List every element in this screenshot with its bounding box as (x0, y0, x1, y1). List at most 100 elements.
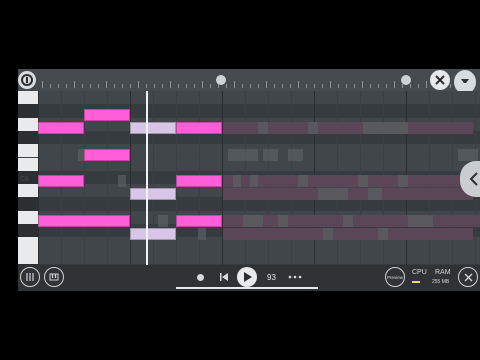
ruler-tick (90, 84, 91, 88)
ruler-tick (74, 81, 75, 88)
ruler-tick (50, 84, 51, 88)
key-row[interactable] (18, 250, 480, 264)
ruler-tick (138, 81, 139, 88)
brush-icon (461, 79, 469, 83)
black-key[interactable] (18, 224, 38, 238)
ghost-note (258, 122, 268, 134)
ghost-note (378, 228, 388, 240)
ruler-tick (170, 81, 171, 88)
close-button[interactable] (430, 70, 450, 90)
note[interactable] (38, 175, 84, 187)
ghost-note (250, 175, 258, 187)
ghost-note (223, 228, 473, 240)
close-icon (435, 75, 445, 85)
skip-back-icon (220, 273, 228, 281)
ruler-tick (274, 84, 275, 88)
note[interactable] (38, 122, 84, 134)
ruler-tick (362, 81, 363, 88)
ruler-tick (290, 84, 291, 88)
mixer-button[interactable] (20, 267, 40, 287)
tempo-value[interactable]: 93 (267, 273, 276, 282)
transport-bar: 93 Preview CPU RAM 255 MB (18, 265, 480, 291)
record-button[interactable] (197, 274, 204, 281)
ruler-tick (146, 84, 147, 88)
ghost-note (323, 228, 333, 240)
ruler-tick (250, 84, 251, 88)
ruler-tick (210, 84, 211, 88)
ghost-note (243, 215, 263, 227)
ruler-tick (346, 84, 347, 88)
ghost-note (318, 188, 348, 200)
note[interactable] (176, 175, 222, 187)
ruler-tick (370, 84, 371, 88)
white-key[interactable] (18, 184, 38, 198)
ruler-tick (426, 81, 427, 88)
piano-roll-app: C6 93 Preview CPU RAM 255 MB (18, 69, 480, 291)
skip-back-button[interactable] (218, 271, 230, 283)
black-key[interactable] (18, 197, 38, 211)
white-key[interactable] (18, 91, 38, 105)
loop-marker-end[interactable] (401, 75, 411, 85)
preview-button[interactable]: Preview (385, 267, 405, 287)
note[interactable] (130, 188, 176, 200)
ruler-tick (410, 84, 411, 88)
white-key[interactable] (18, 237, 38, 251)
ruler-tick (450, 84, 451, 88)
ruler-tick (66, 84, 67, 88)
ghost-note (223, 175, 480, 187)
ghost-note (118, 175, 126, 187)
black-key[interactable] (18, 104, 38, 118)
white-key[interactable] (18, 250, 38, 264)
close-piano-roll-button[interactable] (458, 267, 478, 287)
ruler-tick (266, 81, 267, 88)
song-position-bar[interactable] (176, 287, 318, 289)
ghost-note (223, 188, 473, 200)
ghost-note (78, 149, 84, 161)
key-row[interactable] (18, 91, 480, 105)
ruler-tick (226, 84, 227, 88)
ruler-tick (202, 81, 203, 88)
cpu-label: CPU (412, 269, 427, 276)
note-grid[interactable] (18, 91, 480, 291)
note[interactable] (130, 122, 176, 134)
ruler-ticks (42, 80, 462, 88)
note[interactable] (84, 109, 130, 121)
piano-icon (49, 273, 59, 281)
note[interactable] (176, 215, 222, 227)
more-button[interactable] (288, 272, 302, 282)
ruler-tick (258, 84, 259, 88)
black-key[interactable] (18, 130, 38, 145)
ruler-tick (186, 84, 187, 88)
menu-button[interactable] (18, 71, 36, 89)
note[interactable] (84, 149, 130, 161)
note[interactable] (176, 122, 222, 134)
note[interactable] (130, 228, 176, 240)
more-icon (288, 275, 302, 279)
mixer-icon (26, 273, 34, 281)
ruler-tick (418, 84, 419, 88)
white-key[interactable] (18, 210, 38, 224)
note[interactable] (38, 215, 130, 227)
ghost-note (343, 215, 353, 227)
piano-button[interactable] (44, 267, 64, 287)
cpu-meter (412, 281, 420, 283)
ghost-note (408, 215, 433, 227)
ruler-tick (402, 84, 403, 88)
ghost-note (263, 149, 278, 161)
playhead[interactable] (146, 91, 148, 267)
ghost-note (458, 149, 478, 161)
white-key[interactable] (18, 117, 38, 131)
grid-line (61, 91, 62, 291)
ghost-note (298, 175, 308, 187)
ram-label: RAM (435, 269, 451, 276)
ghost-note (158, 215, 168, 227)
white-key[interactable] (18, 157, 38, 171)
ruler-tick (242, 84, 243, 88)
loop-marker-start[interactable] (216, 75, 226, 85)
white-key[interactable] (18, 144, 38, 158)
ghost-note (228, 149, 258, 161)
ruler-tick (314, 84, 315, 88)
timeline-ruler[interactable] (18, 69, 480, 94)
play-icon (243, 272, 252, 282)
play-button[interactable] (237, 267, 257, 287)
